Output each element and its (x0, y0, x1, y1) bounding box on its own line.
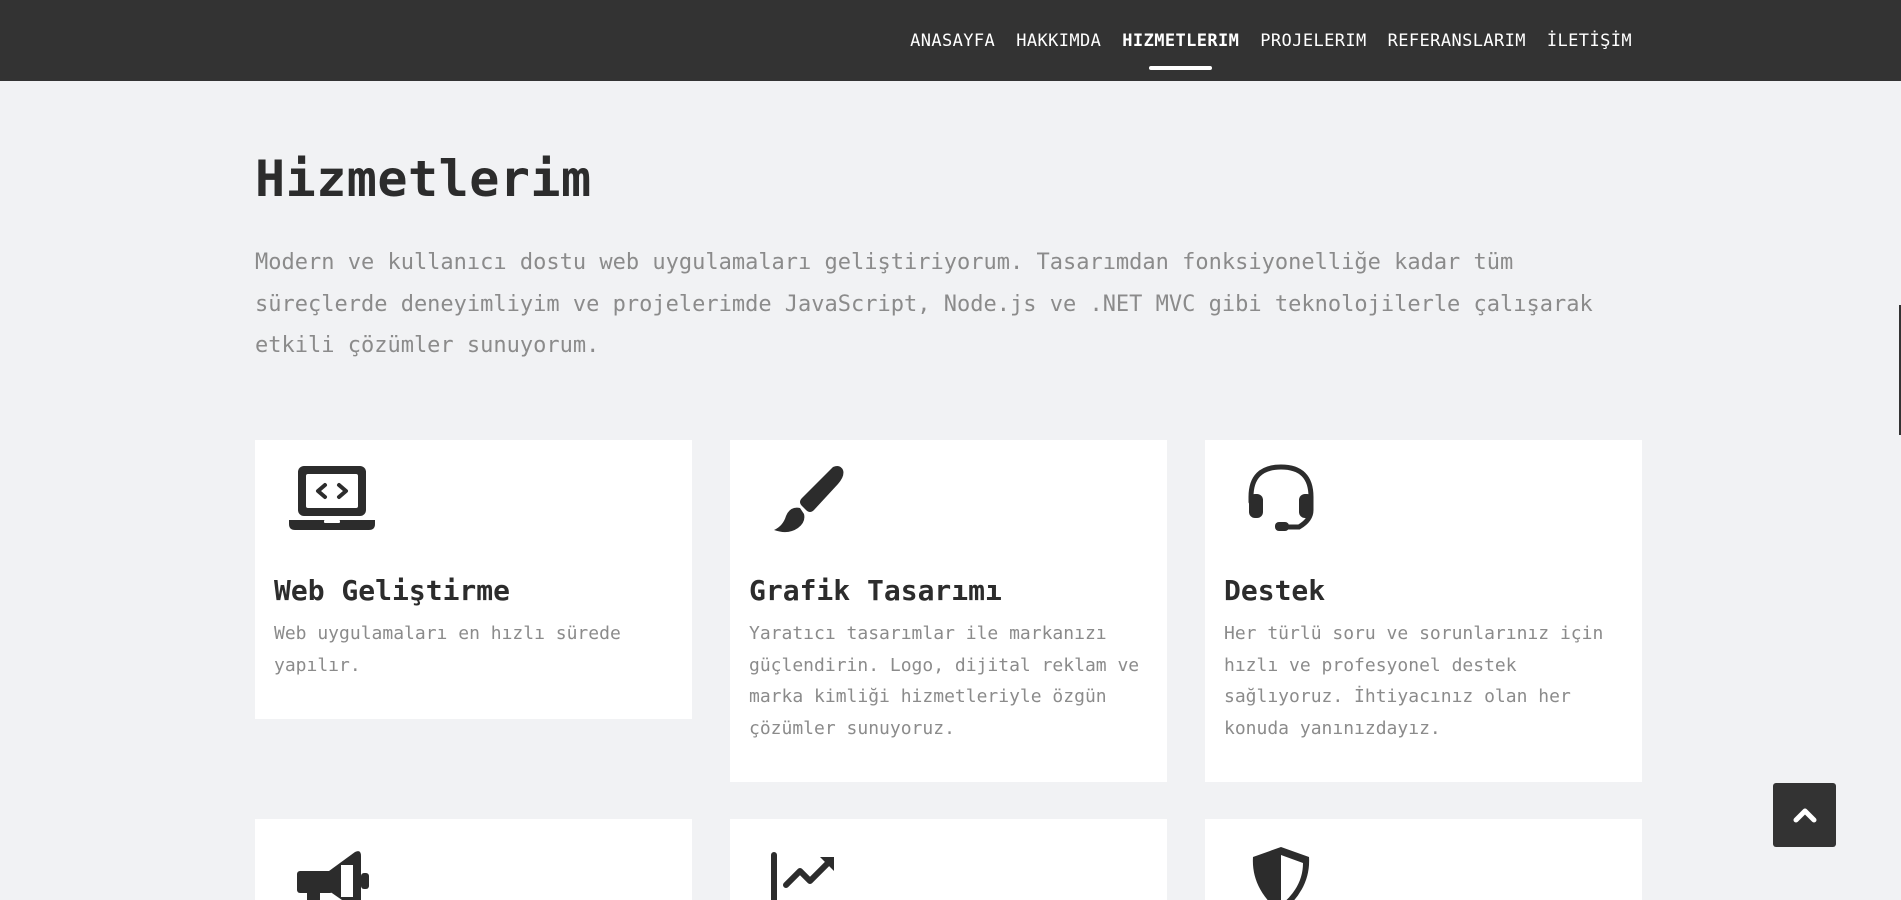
nav-item-referanslarim[interactable]: REFERANSLARIM (1388, 31, 1526, 51)
page-title: Hizmetlerim (255, 150, 592, 208)
intro-text: Modern ve kullanıcı dostu web uygulamala… (255, 250, 1593, 358)
chart-line-icon (764, 843, 850, 900)
nav-item-hakkimda[interactable]: HAKKIMDA (1016, 31, 1101, 51)
service-title: Destek (1224, 574, 1326, 607)
service-card-5 (730, 819, 1167, 900)
shield-icon (1239, 843, 1325, 900)
service-card-4 (255, 819, 692, 900)
service-title: Grafik Tasarımı (749, 574, 1002, 607)
service-title: Web Geliştirme (274, 574, 511, 607)
nav-item-iletisim[interactable]: İLETİŞİM (1547, 31, 1632, 51)
megaphone-icon (289, 843, 375, 900)
service-card-grafik: Grafik Tasarımı Yaratıcı tasarımlar ile … (730, 440, 1167, 782)
service-card-6 (1205, 819, 1642, 900)
paint-brush-icon (764, 464, 850, 534)
nav-item-anasayfa[interactable]: ANASAYFA (910, 31, 995, 51)
service-description: Her türlü soru ve sorunlarınız için hızl… (1224, 623, 1604, 739)
headset-icon (1239, 464, 1325, 534)
back-to-top-button[interactable] (1773, 783, 1836, 847)
chevron-up-icon (1793, 805, 1817, 826)
nav-item-hizmetlerim[interactable]: HIZMETLERIM (1122, 31, 1239, 70)
service-card-destek: Destek Her türlü soru ve sorunlarınız iç… (1205, 440, 1642, 782)
service-description: Web uygulamaları en hızlı sürede yapılır… (274, 623, 621, 676)
service-description: Yaratıcı tasarımlar ile markanızı güçlen… (749, 623, 1140, 739)
nav-menu: ANASAYFA HAKKIMDA HIZMETLERIM PROJELERIM… (910, 0, 1632, 81)
laptop-code-icon (289, 464, 375, 534)
nav-item-projelerim[interactable]: PROJELERIM (1260, 31, 1366, 51)
top-navbar: ANASAYFA HAKKIMDA HIZMETLERIM PROJELERIM… (0, 0, 1901, 81)
service-card-web: Web Geliştirme Web uygulamaları en hızlı… (255, 440, 692, 719)
